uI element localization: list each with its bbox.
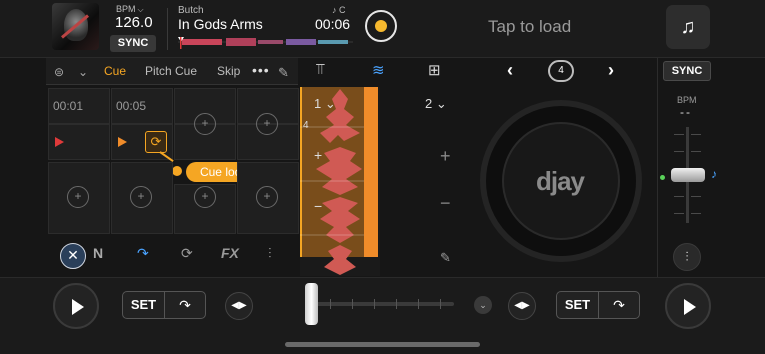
tooltip-dot [172, 166, 182, 176]
tab-pitch-cue[interactable]: Pitch Cue [145, 64, 197, 78]
add-loop-icon[interactable]: + [256, 113, 278, 135]
sync-button-left[interactable]: SYNC [110, 35, 156, 52]
cue-play-icon [118, 137, 127, 147]
tempo-slider-thumb[interactable] [671, 168, 705, 182]
eq-sliders-icon[interactable]: ⫶ [268, 245, 272, 262]
add-loop-icon[interactable]: + [194, 186, 216, 208]
svg-text:−: − [314, 198, 322, 214]
cue-set-group-right: SET ↷ [556, 291, 640, 319]
more-icon[interactable]: ••• [252, 62, 270, 78]
loop-length-button[interactable]: 4 [548, 60, 574, 82]
overview-waveform[interactable] [178, 35, 353, 49]
album-art[interactable] [52, 3, 99, 50]
music-note-icon: ♫ [680, 16, 696, 38]
track-title: In Gods Arms [178, 16, 263, 32]
set-button-right[interactable]: SET [557, 292, 599, 318]
zoom-in-icon[interactable]: + [440, 146, 451, 167]
track-artist: Butch [178, 5, 204, 16]
chevron-down-icon: ⌵ [137, 5, 144, 14]
cue-jump-icon[interactable]: ↷ [165, 292, 205, 318]
tempo-center-dot [660, 175, 665, 180]
chevron-left-icon[interactable]: ‹ [507, 60, 513, 81]
music-library-button[interactable]: ♫ [666, 5, 710, 49]
cue-jump-icon[interactable]: ↷ [599, 292, 639, 318]
cue-set-group-left: SET ↷ [122, 291, 206, 319]
automix-icon[interactable]: ↷ [137, 245, 149, 262]
play-icon [72, 299, 84, 315]
add-loop-icon[interactable]: + [194, 113, 216, 135]
home-indicator [285, 342, 480, 347]
svg-text:+: + [314, 147, 322, 163]
grid-icon[interactable]: ⊞ [428, 61, 441, 79]
tap-to-load-label[interactable]: Tap to load [488, 17, 571, 37]
play-button-left[interactable] [53, 283, 99, 329]
loop-icon[interactable]: ⟳ [181, 245, 193, 262]
cue-loop-button[interactable]: ⟳ [145, 131, 167, 153]
divider [657, 58, 658, 277]
close-icon[interactable]: ✕ [60, 243, 86, 269]
playback-status-indicator[interactable] [365, 10, 397, 42]
cue-play-icon [55, 137, 64, 147]
zoom-out-icon[interactable]: − [440, 193, 451, 214]
crossfader-thumb[interactable] [305, 283, 318, 325]
cue-time-1: 00:01 [53, 99, 84, 113]
beat-marker: 4 [303, 120, 309, 131]
add-loop-icon[interactable]: + [256, 186, 278, 208]
tab-cue[interactable]: Cue [104, 64, 126, 78]
beat-selector-right[interactable]: 2 ⌄ [425, 96, 447, 112]
bpm-value-left: 126.0 [115, 14, 153, 31]
chevron-right-icon[interactable]: › [608, 60, 614, 81]
set-button-left[interactable]: SET [123, 292, 165, 318]
play-button-right[interactable] [665, 283, 711, 329]
tab-skip[interactable]: Skip [217, 64, 240, 78]
pad-mode-icon[interactable]: ⊜ [54, 65, 64, 79]
fx-button[interactable]: FX [221, 245, 239, 261]
music-note-icon: ♪ C [332, 5, 346, 15]
track-time: 00:06 [315, 16, 351, 32]
neural-mix-icon[interactable]: N [93, 245, 103, 261]
add-loop-icon[interactable]: + [130, 186, 152, 208]
beat-selector-left[interactable]: 1 ⌄ [314, 96, 336, 112]
cue-time-2: 00:05 [116, 99, 147, 113]
key-lock-icon[interactable]: ♪ [711, 167, 717, 181]
waveform-view-icon[interactable]: ≋ [372, 61, 385, 79]
play-icon [684, 299, 696, 315]
bpm-label-right: BPM [677, 95, 697, 105]
waveform-strip[interactable]: + − [300, 87, 380, 276]
add-loop-icon[interactable]: + [67, 186, 89, 208]
crossfader-track[interactable] [316, 302, 454, 306]
eq-sliders-icon[interactable]: ⫶ [673, 243, 701, 271]
bpm-value-right: -- [680, 105, 692, 119]
chevron-down-icon[interactable]: ⌄ [78, 65, 88, 79]
chevron-down-icon[interactable]: ⌄ [474, 296, 492, 314]
divider [167, 8, 168, 50]
pencil-icon[interactable]: ✎ [440, 250, 451, 266]
nudge-button-left[interactable]: ◀▶ [225, 292, 253, 320]
waveform-zoom-icon[interactable]: ⫪ [316, 61, 324, 78]
pencil-icon[interactable]: ✎ [278, 65, 289, 81]
djay-logo: djay [535, 166, 585, 196]
nudge-button-right[interactable]: ◀▶ [508, 292, 536, 320]
sync-button-right[interactable]: SYNC [663, 61, 711, 81]
